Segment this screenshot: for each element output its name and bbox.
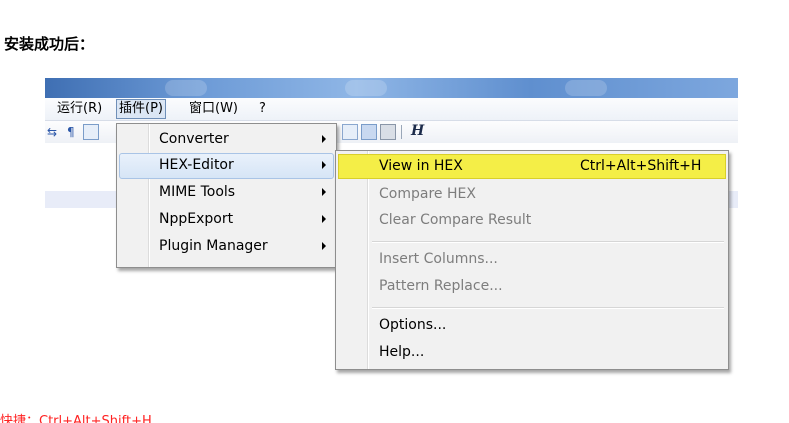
indent-guide-icon[interactable] xyxy=(83,124,99,140)
menu-separator xyxy=(372,241,724,243)
submenu-arrow-icon xyxy=(322,135,326,143)
menu-separator xyxy=(372,307,724,309)
plugins-dropdown: Converter HEX-Editor MIME Tools NppExpor… xyxy=(116,123,337,268)
menu-item-mime-tools[interactable]: MIME Tools xyxy=(119,180,334,206)
menu-item-label: Insert Columns... xyxy=(379,251,498,267)
menu-help[interactable]: ? xyxy=(259,101,266,117)
menu-item-label: Help... xyxy=(379,344,425,360)
menu-run[interactable]: 运行(R) xyxy=(57,101,102,117)
menu-item-label: Options... xyxy=(379,317,447,333)
window-titlebar xyxy=(45,78,738,98)
titlebar-glare xyxy=(565,80,607,96)
menu-item-label: Pattern Replace... xyxy=(379,278,503,294)
menu-item-label: View in HEX xyxy=(379,158,463,174)
hex-h-icon[interactable]: H xyxy=(411,123,424,139)
hex-editor-submenu: View in HEX Ctrl+Alt+Shift+H Compare HEX… xyxy=(335,150,729,370)
menu-item-insert-columns[interactable]: Insert Columns... xyxy=(338,247,726,273)
submenu-arrow-icon xyxy=(322,188,326,196)
submenu-arrow-icon xyxy=(322,215,326,223)
menu-item-label: Converter xyxy=(159,131,229,147)
shortcut-label: Ctrl+Alt+Shift+H xyxy=(580,158,702,174)
document-page: 安装成功后： 运行(R) 插件(P) 窗口(W) ? ⇆ ¶ H Convert… xyxy=(0,0,789,423)
wrap-icon[interactable]: ⇆ xyxy=(47,124,57,140)
titlebar-glare xyxy=(345,80,387,96)
menu-window[interactable]: 窗口(W) xyxy=(189,101,238,117)
section-heading: 安装成功后： xyxy=(4,35,95,53)
menu-bar: 运行(R) 插件(P) 窗口(W) ? xyxy=(45,98,738,121)
menu-item-plugin-manager[interactable]: Plugin Manager xyxy=(119,234,334,260)
pilcrow-icon[interactable]: ¶ xyxy=(67,124,75,140)
menu-item-label: Clear Compare Result xyxy=(379,212,532,228)
menu-item-help[interactable]: Help... xyxy=(338,340,726,366)
menu-item-nppexport[interactable]: NppExport xyxy=(119,207,334,233)
macro-record-icon[interactable] xyxy=(342,124,358,140)
menu-item-label: Plugin Manager xyxy=(159,238,268,254)
menu-item-view-in-hex[interactable]: View in HEX Ctrl+Alt+Shift+H xyxy=(338,154,726,179)
submenu-arrow-icon xyxy=(322,242,326,250)
menu-item-compare-hex[interactable]: Compare HEX xyxy=(338,182,726,208)
menu-item-label: NppExport xyxy=(159,211,234,227)
menu-item-options[interactable]: Options... xyxy=(338,313,726,339)
menu-item-clear-compare-result[interactable]: Clear Compare Result xyxy=(338,208,726,234)
menu-item-hex-editor[interactable]: HEX-Editor xyxy=(119,153,334,179)
macro-playback-icon[interactable] xyxy=(361,124,377,140)
submenu-arrow-icon xyxy=(322,161,326,169)
save-macro-icon[interactable] xyxy=(380,124,396,140)
menu-item-label: HEX-Editor xyxy=(159,157,234,173)
menu-plugins[interactable]: 插件(P) xyxy=(116,99,166,119)
menu-item-label: Compare HEX xyxy=(379,186,476,202)
menu-item-pattern-replace[interactable]: Pattern Replace... xyxy=(338,274,726,300)
titlebar-glare xyxy=(165,80,207,96)
shortcut-note: 快捷：Ctrl+Alt+Shift+H xyxy=(0,414,152,423)
menu-item-label: MIME Tools xyxy=(159,184,236,200)
menu-item-converter[interactable]: Converter xyxy=(119,127,334,153)
toolbar-separator xyxy=(401,125,402,139)
